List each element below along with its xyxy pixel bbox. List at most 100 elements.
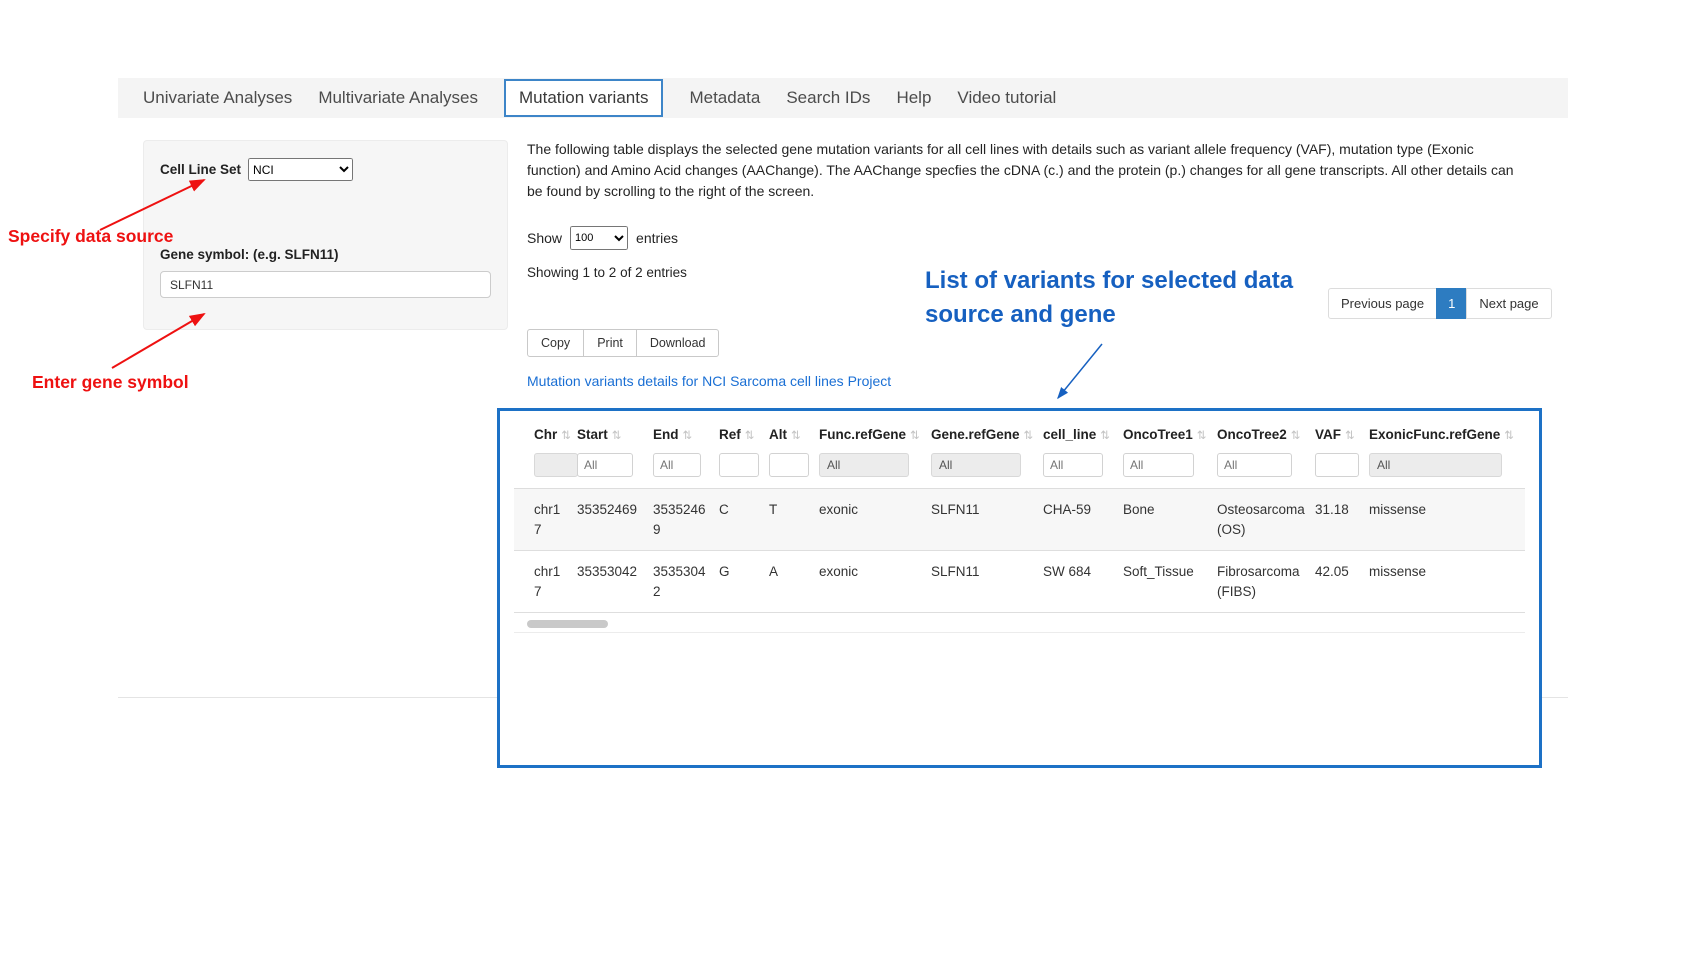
- filter-start[interactable]: [577, 453, 633, 477]
- cell-oncotree1: Bone: [1118, 489, 1212, 551]
- sort-icon: ⇅: [791, 430, 801, 442]
- tab-search-ids[interactable]: Search IDs: [786, 88, 870, 108]
- column-header-start[interactable]: Start⇅: [572, 415, 648, 451]
- sort-icon: ⇅: [1345, 430, 1355, 442]
- column-label: ExonicFunc.refGene: [1369, 427, 1500, 442]
- filter-exonicfunc-refgene[interactable]: All: [1369, 453, 1502, 477]
- cell-cell-line: SW 684: [1038, 551, 1118, 613]
- annotation-enter-gene-symbol: Enter gene symbol: [32, 372, 189, 393]
- sort-icon: ⇅: [561, 430, 571, 442]
- column-header-exonicfunc-refgene[interactable]: ExonicFunc.refGene ⇅: [1364, 415, 1525, 451]
- column-label: VAF: [1315, 427, 1341, 442]
- current-page-button[interactable]: 1: [1436, 288, 1467, 319]
- table-title-link[interactable]: Mutation variants details for NCI Sarcom…: [527, 373, 891, 389]
- entries-per-page-select[interactable]: 100: [570, 226, 628, 250]
- filter-gene-refgene[interactable]: All: [931, 453, 1021, 477]
- sort-icon: ⇅: [1197, 430, 1207, 442]
- cell-gene-refgene: SLFN11: [926, 489, 1038, 551]
- filter-cell: All: [814, 451, 926, 489]
- cell-ref: C: [714, 489, 764, 551]
- column-header-func-refgene[interactable]: Func.refGene ⇅: [814, 415, 926, 451]
- cell-func-refgene: exonic: [814, 489, 926, 551]
- cell-line-set-select[interactable]: NCI: [248, 158, 353, 181]
- previous-page-button[interactable]: Previous page: [1328, 288, 1437, 319]
- horizontal-scrollbar-thumb[interactable]: [527, 620, 608, 628]
- column-label: Start: [577, 427, 608, 442]
- column-header-alt[interactable]: Alt ⇅: [764, 415, 814, 451]
- filter-cell: [648, 451, 714, 489]
- cell-func-refgene: exonic: [814, 551, 926, 613]
- show-entries-row: Show 100 entries: [527, 226, 678, 250]
- gene-symbol-input[interactable]: [160, 271, 491, 298]
- filter-alt[interactable]: [769, 453, 809, 477]
- filter-cell: [514, 451, 572, 489]
- tab-metadata[interactable]: Metadata: [689, 88, 760, 108]
- filter-cell: [1118, 451, 1212, 489]
- column-label: cell_line: [1043, 427, 1096, 442]
- sort-icon: ⇅: [910, 430, 920, 442]
- variants-table: Chr⇅Start⇅End⇅Ref⇅Alt⇅Func.refGene⇅Gene.…: [514, 415, 1525, 613]
- annotation-list-of-variants: List of variants for selected data sourc…: [925, 264, 1320, 332]
- cell-start: 35352469: [572, 489, 648, 551]
- filter-vaf[interactable]: [1315, 453, 1359, 477]
- filter-cell: [764, 451, 814, 489]
- cell-exonicfunc-refgene: missense: [1364, 489, 1525, 551]
- cell-ref: G: [714, 551, 764, 613]
- column-header-vaf[interactable]: VAF ⇅: [1310, 415, 1364, 451]
- column-header-ref[interactable]: Ref⇅: [714, 415, 764, 451]
- tab-mutation-variants[interactable]: Mutation variants: [504, 79, 663, 117]
- column-label: Gene.refGene: [931, 427, 1020, 442]
- tab-univariate-analyses[interactable]: Univariate Analyses: [143, 88, 292, 108]
- table-body: chr173535246935352469CTexonicSLFN11CHA-5…: [514, 489, 1525, 613]
- filter-cell-line[interactable]: [1043, 453, 1103, 477]
- sort-icon: ⇅: [1024, 430, 1034, 442]
- export-button-group: CopyPrintDownload: [527, 329, 719, 357]
- column-header-oncotree2[interactable]: OncoTree2⇅: [1212, 415, 1310, 451]
- column-header-gene-refgene[interactable]: Gene.refGene ⇅: [926, 415, 1038, 451]
- cell-end: 35353042: [648, 551, 714, 613]
- filter-end[interactable]: [653, 453, 701, 477]
- sort-icon: ⇅: [1504, 430, 1514, 442]
- next-page-button[interactable]: Next page: [1466, 288, 1551, 319]
- table-header-row: Chr⇅Start⇅End⇅Ref⇅Alt⇅Func.refGene⇅Gene.…: [514, 415, 1525, 451]
- column-label: OncoTree2: [1217, 427, 1287, 442]
- filter-oncotree1[interactable]: [1123, 453, 1194, 477]
- blue-arrow-to-table: [1058, 344, 1102, 398]
- column-label: Chr: [534, 427, 557, 442]
- print-button[interactable]: Print: [583, 329, 637, 357]
- filter-cell: [1038, 451, 1118, 489]
- filter-cell: [714, 451, 764, 489]
- filter-cell: All: [1364, 451, 1525, 489]
- column-header-chr[interactable]: Chr ⇅: [514, 415, 572, 451]
- filter-func-refgene[interactable]: All: [819, 453, 909, 477]
- table-row[interactable]: chr173535246935352469CTexonicSLFN11CHA-5…: [514, 489, 1525, 551]
- cell-line-set-row: Cell Line Set NCI: [160, 158, 491, 181]
- download-button[interactable]: Download: [636, 329, 720, 357]
- filter-ref[interactable]: [719, 453, 759, 477]
- sort-icon: ⇅: [683, 430, 693, 442]
- filter-cell: [1212, 451, 1310, 489]
- cell-vaf: 31.18: [1310, 489, 1364, 551]
- sort-icon: ⇅: [745, 430, 755, 442]
- cell-start: 35353042: [572, 551, 648, 613]
- cell-line-set-label: Cell Line Set: [160, 162, 241, 177]
- horizontal-scrollbar-track: [514, 620, 1525, 633]
- variants-table-container: Chr⇅Start⇅End⇅Ref⇅Alt⇅Func.refGene⇅Gene.…: [497, 408, 1542, 768]
- table-filter-row: All All All: [514, 451, 1525, 489]
- tab-multivariate-analyses[interactable]: Multivariate Analyses: [318, 88, 478, 108]
- filter-oncotree2[interactable]: [1217, 453, 1292, 477]
- gene-symbol-label: Gene symbol: (e.g. SLFN11): [160, 247, 491, 262]
- tab-video-tutorial[interactable]: Video tutorial: [957, 88, 1056, 108]
- show-label: Show: [527, 230, 562, 246]
- filter-cell: [1310, 451, 1364, 489]
- column-label: Func.refGene: [819, 427, 906, 442]
- column-label: Alt: [769, 427, 787, 442]
- column-header-cell-line[interactable]: cell_line⇅: [1038, 415, 1118, 451]
- tab-bar: Univariate Analyses Multivariate Analyses…: [118, 78, 1568, 118]
- cell-cell-line: CHA-59: [1038, 489, 1118, 551]
- column-header-oncotree1[interactable]: OncoTree1⇅: [1118, 415, 1212, 451]
- table-row[interactable]: chr173535304235353042GAexonicSLFN11SW 68…: [514, 551, 1525, 613]
- tab-help[interactable]: Help: [896, 88, 931, 108]
- copy-button[interactable]: Copy: [527, 329, 584, 357]
- column-header-end[interactable]: End⇅: [648, 415, 714, 451]
